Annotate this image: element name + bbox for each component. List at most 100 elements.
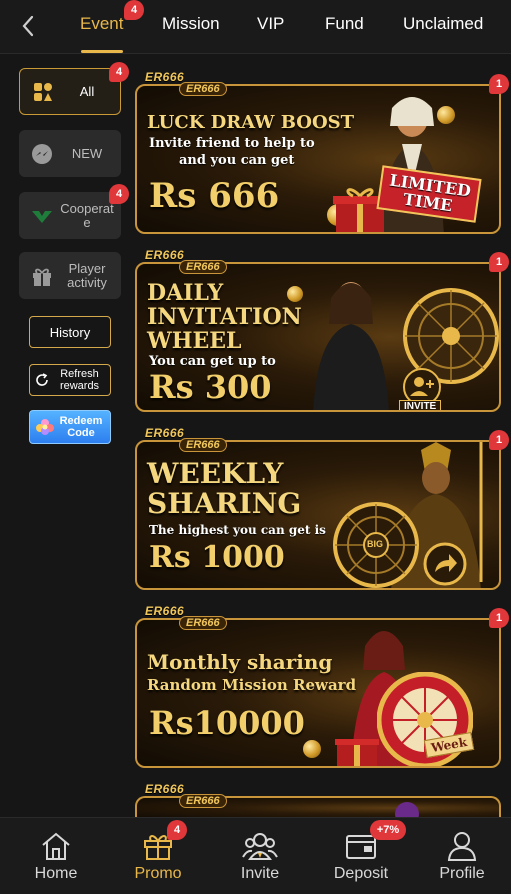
profile-icon [446,830,478,862]
nav-invite-label: Invite [240,865,280,882]
amount-value: 10000 [193,704,305,742]
brand-logo: ER666 [145,70,185,84]
currency-symbol: Rs [149,368,194,406]
tab-unclaimed[interactable]: Unclaimed [403,14,483,34]
amount-value: 666 [208,176,280,216]
sidebar-item-player-activity[interactable]: Player activity [19,252,121,299]
invite-tag: INVITE [399,400,442,410]
banner-title-line2: SHARING [147,487,302,520]
sidebar-cooperate-badge: 4 [109,184,129,204]
amount-value: 1000 [201,540,285,575]
host-figure-image [395,802,419,818]
nav-deposit-badge: +7% [370,820,406,840]
sidebar-item-new[interactable]: NEW [19,130,121,177]
sidebar-item-player-activity-label: Player activity [67,260,107,290]
brand-logo: ER666 [145,604,185,618]
banner-amount: Rs 1000 [149,540,285,575]
brand-logo-badge: ER666 [179,616,227,630]
nav-profile-label: Profile [439,865,485,882]
banner-amount: Rs 300 [149,368,272,406]
currency-symbol: Rs [149,540,191,575]
chevron-left-icon [22,15,34,37]
redeem-code-button[interactable]: Redeem Code [29,410,111,444]
brand-logo-badge: ER666 [179,794,227,808]
bottom-navigation: Home Promo 4 Invite Deposit +7% Profile [0,817,511,894]
banner-subtitle-line2: and you can get [179,153,295,168]
back-button[interactable] [14,12,42,40]
brand-logo: ER666 [145,782,185,796]
tab-unclaimed-label: Unclaimed [403,14,484,33]
sidebar-item-cooperate-label: Cooperate [60,200,114,230]
nav-invite[interactable]: Invite [210,818,310,894]
refresh-icon [36,373,48,386]
promotions-screen: Event 4 Mission VIP Fund Unclaimed All 4… [0,0,511,894]
host-figure-image [313,282,389,410]
banner-title-line1: DAILY [147,280,224,306]
currency-symbol: Rs [149,176,197,216]
banner-monthly-sharing[interactable]: Week ER666 ER666 Monthly sharing Random … [135,604,509,768]
tab-fund[interactable]: Fund [325,14,364,34]
brand-logo-badge: ER666 [179,260,227,274]
coin-decoration [303,740,321,758]
banner-title-line2: Random Mission Reward [147,676,357,694]
banner-title-line1: WEEKLY [147,457,284,490]
flower-icon [36,419,54,435]
cooperate-icon [25,208,59,224]
history-button-label: History [49,324,91,340]
tab-mission-label: Mission [162,14,220,33]
nav-deposit-label: Deposit [333,865,389,882]
banner-subtitle: The highest you can get is [149,523,326,537]
brand-logo-badge: ER666 [179,82,227,96]
tab-event-badge: 4 [124,0,144,20]
category-sidebar: All 4 NEW Cooperate 4 Player activity Hi… [0,55,129,815]
banner-subtitle-line1: Invite friend to help to [149,136,315,151]
banner-weekly-sharing[interactable]: BIG ER666 ER666 WEEKLY SHARING The highe… [135,426,509,590]
home-icon [40,830,72,862]
share-arrow-icon [423,542,467,586]
messenger-icon [25,143,59,165]
banner-title-line2: INVITATION [147,304,302,330]
active-tab-indicator [81,50,123,53]
banner-notification-badge: 1 [489,252,509,272]
brand-logo-badge: ER666 [179,438,227,452]
top-tab-bar: Event 4 Mission VIP Fund Unclaimed [0,0,511,54]
banner-daily-invitation-wheel[interactable]: INVITE ER666 ER666 DAILY INVITATION WHEE… [135,248,509,412]
sidebar-item-new-label: NEW [71,145,103,161]
tab-vip[interactable]: VIP [257,14,284,34]
tab-fund-label: Fund [325,14,364,33]
refresh-rewards-label: Refresh rewards [59,368,100,392]
sidebar-item-all[interactable]: All [19,68,121,115]
invite-people-icon [242,830,278,862]
tab-event-label: Event [80,14,124,33]
nav-home-label: Home [34,865,78,882]
banner-amount: Rs10000 [149,704,305,742]
tab-vip-label: VIP [257,14,285,33]
nav-home[interactable]: Home [6,818,106,894]
prize-wheel-image [377,672,473,766]
gift-box-image [335,739,379,766]
tab-mission[interactable]: Mission [162,14,220,34]
history-button[interactable]: History [29,316,111,348]
coin-decoration [287,286,303,302]
banner-notification-badge: 1 [489,74,509,94]
banner-amount: Rs 666 [149,176,279,216]
big-label: BIG [367,539,384,549]
nav-profile[interactable]: Profile [412,818,511,894]
banner-notification-badge: 1 [489,430,509,450]
gift-icon [25,265,59,287]
banner-partial[interactable]: ER666 ER666 [135,782,501,818]
brand-logo: ER666 [145,426,185,440]
banner-title: LUCK DRAW BOOST [147,112,355,133]
sidebar-item-all-label: All [79,83,95,99]
grid-icon [26,82,60,102]
nav-promo-badge: 4 [167,820,187,840]
sidebar-all-badge: 4 [109,62,129,82]
nav-promo[interactable]: Promo [108,818,208,894]
refresh-rewards-button[interactable]: Refresh rewards [29,364,111,396]
sidebar-item-cooperate[interactable]: Cooperate [19,192,121,239]
banner-title-line3: WHEEL [147,328,242,354]
banner-title-line1: Monthly sharing [147,650,333,674]
nav-promo-label: Promo [134,865,182,882]
tab-event[interactable]: Event [80,14,123,34]
banner-luck-draw-boost[interactable]: LIMITED TIME ER666 ER666 LUCK DRAW BOOST… [135,70,509,234]
